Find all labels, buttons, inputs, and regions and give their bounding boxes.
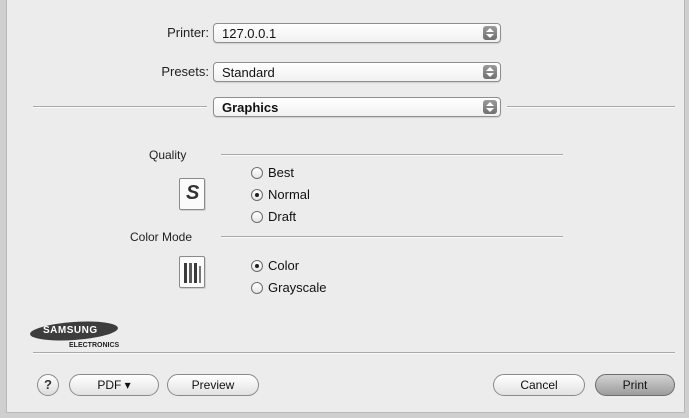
quality-option-draft[interactable]: Draft [251, 209, 296, 224]
color-bars-icon [184, 263, 201, 283]
radio-grayscale[interactable] [251, 281, 263, 294]
quality-option-best[interactable]: Best [251, 165, 294, 180]
quality-option-label: Draft [268, 209, 297, 224]
samsung-logo-subtext: ELECTRONICS [69, 342, 120, 349]
panel-popup[interactable]: Graphics [213, 97, 501, 117]
quality-separator [221, 154, 563, 156]
print-button[interactable]: Print [595, 374, 675, 396]
presets-label: Presets: [161, 64, 209, 79]
panel-separator-left [33, 106, 207, 108]
quality-option-label: Best [268, 165, 295, 180]
pdf-button[interactable]: PDF ▾ [69, 374, 159, 396]
printer-label: Printer: [167, 25, 209, 40]
footer-separator [33, 352, 675, 354]
printer-value: 127.0.0.1 [222, 26, 277, 41]
panel-separator-right [507, 106, 675, 108]
presets-popup[interactable]: Standard [213, 62, 501, 82]
presets-value: Standard [222, 65, 275, 80]
color-option-color[interactable]: Color [251, 258, 299, 273]
printer-popup[interactable]: 127.0.0.1 [213, 23, 501, 43]
color-mode-icon [179, 256, 205, 288]
quality-option-label: Normal [268, 187, 310, 202]
color-option-label: Color [268, 258, 300, 273]
radio-color[interactable] [251, 259, 263, 272]
color-mode-label: Color Mode [130, 230, 193, 244]
color-option-grayscale[interactable]: Grayscale [251, 280, 327, 295]
updown-arrows-icon [483, 26, 497, 40]
quality-icon: S [179, 178, 205, 210]
panel-value: Graphics [222, 100, 279, 115]
cancel-button[interactable]: Cancel [493, 374, 585, 396]
help-button[interactable]: ? [37, 374, 59, 396]
samsung-logo: SAMSUNG ELECTRONICS [29, 320, 169, 356]
radio-best[interactable] [251, 166, 263, 179]
quality-option-normal[interactable]: Normal [251, 187, 310, 202]
quality-label: Quality [149, 148, 187, 162]
preview-button[interactable]: Preview [167, 374, 259, 396]
quality-icon-glyph: S [186, 182, 200, 204]
updown-arrows-icon [483, 65, 497, 79]
radio-draft[interactable] [251, 210, 263, 223]
samsung-logo-text: SAMSUNG [43, 325, 98, 336]
radio-normal[interactable] [251, 188, 263, 201]
color-mode-separator [221, 236, 563, 238]
updown-arrows-icon [483, 100, 497, 114]
color-option-label: Grayscale [268, 280, 327, 295]
print-dialog-sheet: Printer: 127.0.0.1 Presets: Standard Gra… [6, 0, 685, 413]
